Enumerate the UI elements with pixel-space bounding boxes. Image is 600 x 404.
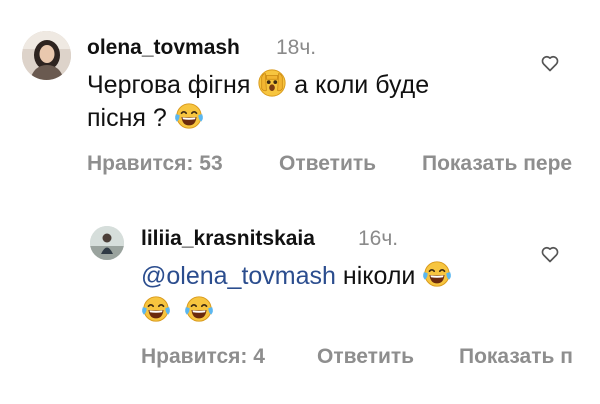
comment-text-line-2-text: пісня ? xyxy=(87,104,167,132)
likes-count[interactable]: Нравится: 53 xyxy=(87,152,223,176)
comments-thread: olena_tovmash 18ч. Чергова фігня а коли … xyxy=(0,0,600,404)
face-with-tears-of-joy-icon xyxy=(141,294,171,324)
face-with-tears-of-joy-icon xyxy=(184,294,214,324)
reply-like-heart-icon[interactable] xyxy=(540,244,560,264)
reply-show-translation-button[interactable]: Показать п xyxy=(459,345,573,369)
user-photo-icon xyxy=(90,226,124,260)
like-heart-icon[interactable] xyxy=(540,53,560,73)
reply-text: ніколи xyxy=(335,262,416,290)
reply-timestamp: 16ч. xyxy=(358,227,399,250)
reply-likes-count[interactable]: Нравится: 4 xyxy=(141,345,265,369)
reply-actions: Нравится: 4 Ответить Показать п xyxy=(141,345,600,371)
reply-username[interactable]: liliia_krasnitskaia xyxy=(141,227,315,251)
face-with-tears-of-joy-icon xyxy=(174,101,204,131)
reply-avatar[interactable] xyxy=(90,226,124,260)
mention-link[interactable]: @olena_tovmash xyxy=(141,262,336,290)
avatar[interactable] xyxy=(22,31,71,80)
reply-text-line-1: @olena_tovmash ніколи xyxy=(141,259,452,293)
reply-reply-button[interactable]: Ответить xyxy=(317,345,414,369)
reply-text-line-2 xyxy=(141,294,214,328)
comment-text-line-2: пісня ? xyxy=(87,101,204,135)
face-with-tears-of-joy-icon xyxy=(422,259,452,289)
user-photo-icon xyxy=(22,31,71,80)
comment-text-after-emoji: а коли буде xyxy=(294,71,430,99)
comment-text-line-1: Чергова фігня а коли буде xyxy=(87,68,429,102)
reply-button[interactable]: Ответить xyxy=(279,152,376,176)
face-with-peeking-eye-icon xyxy=(257,68,287,98)
comment-timestamp: 18ч. xyxy=(276,36,317,59)
comment-username[interactable]: olena_tovmash xyxy=(87,36,240,60)
comment-text: Чергова фігня xyxy=(87,71,251,99)
show-translation-button[interactable]: Показать пере xyxy=(422,152,572,176)
comment-actions: Нравится: 53 Ответить Показать пере xyxy=(87,152,600,178)
